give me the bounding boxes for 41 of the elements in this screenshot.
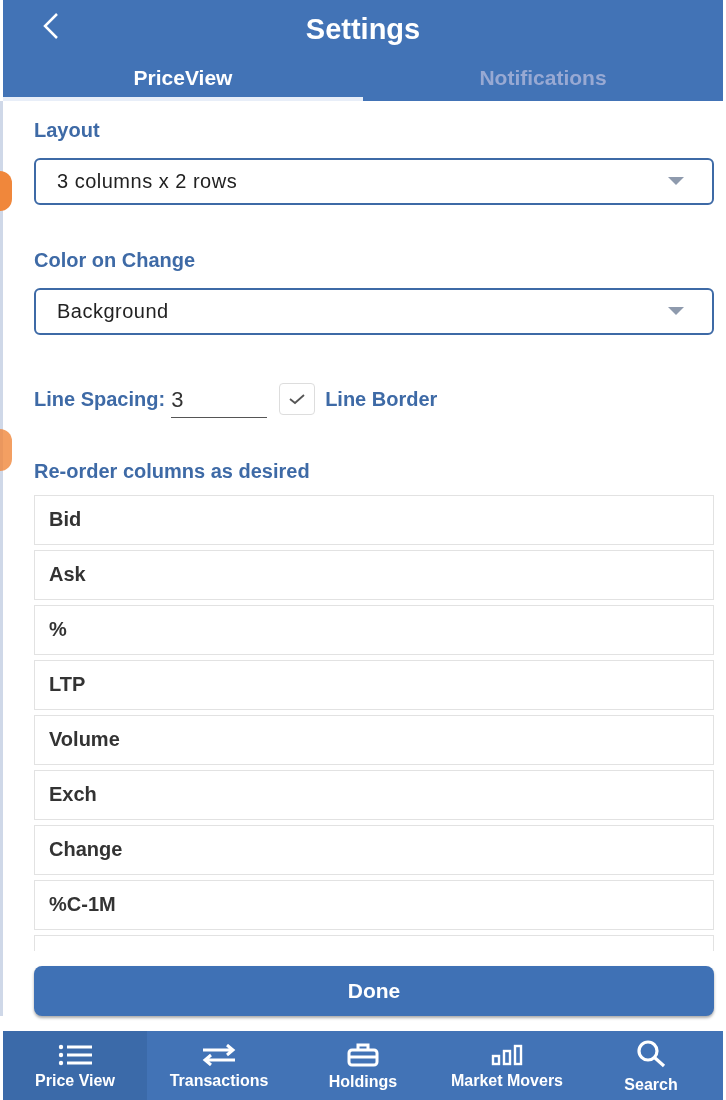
touch-indicator xyxy=(0,170,12,211)
checkbox-label: Line Border xyxy=(325,387,438,411)
bar-chart-icon xyxy=(491,1044,523,1067)
nav-label: Holdings xyxy=(328,1073,398,1092)
page-title: Settings xyxy=(305,12,421,46)
column-row[interactable]: Bid xyxy=(34,494,714,545)
nav-label: Transactions xyxy=(169,1072,269,1091)
section-label: Re-order columns as desired xyxy=(34,459,311,483)
section-label: Layout xyxy=(34,118,101,142)
column-row[interactable]: %C-1M xyxy=(34,879,714,930)
check-icon xyxy=(289,393,306,406)
swap-arrows-icon xyxy=(202,1044,236,1067)
field-label: Line Spacing: xyxy=(34,387,166,411)
section-label: Color on Change xyxy=(34,248,197,272)
layout-dropdown[interactable]: 3 columns x 2 rows xyxy=(34,157,714,205)
column-row[interactable]: % xyxy=(34,604,714,655)
line-spacing-field[interactable]: 3 xyxy=(171,386,268,418)
column-row[interactable]: LTP xyxy=(34,659,714,710)
list-icon xyxy=(58,1044,92,1067)
line-border-checkbox[interactable] xyxy=(279,383,316,416)
nav-item[interactable]: Market Movers xyxy=(435,1030,579,1100)
briefcase-icon xyxy=(347,1043,379,1068)
nav-item[interactable]: Transactions xyxy=(147,1030,291,1100)
column-row[interactable]: Volume xyxy=(34,714,714,765)
color-dropdown[interactable]: Background xyxy=(34,287,714,335)
nav-item[interactable]: Price View xyxy=(3,1030,147,1100)
column-row[interactable]: Ask xyxy=(34,549,714,600)
caret-icon xyxy=(668,176,684,186)
nav-item[interactable]: Search xyxy=(579,1030,723,1100)
tab[interactable]: PriceView xyxy=(3,58,363,101)
done-button[interactable]: Done xyxy=(34,965,714,1016)
search-icon xyxy=(636,1040,666,1069)
nav-label: Search xyxy=(624,1076,678,1095)
column-row[interactable]: Exch xyxy=(34,769,714,820)
back-icon[interactable] xyxy=(43,12,59,40)
nav-item[interactable]: Holdings xyxy=(291,1030,435,1100)
touch-indicator xyxy=(0,428,12,471)
column-row[interactable]: Change xyxy=(34,824,714,875)
caret-icon xyxy=(668,306,684,316)
nav-label: Price View xyxy=(35,1072,115,1091)
nav-label: Market Movers xyxy=(450,1072,563,1091)
